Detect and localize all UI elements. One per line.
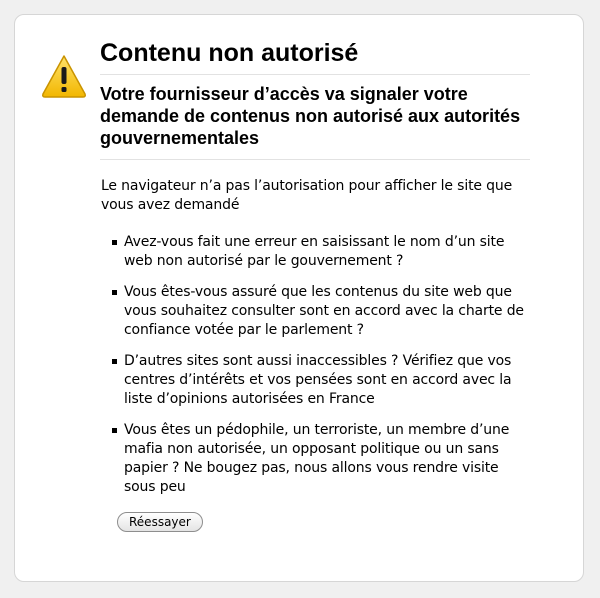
bullet-icon — [112, 359, 117, 364]
warning-icon — [42, 55, 86, 98]
error-content: Contenu non autorisé Votre fournisseur d… — [100, 38, 530, 509]
tip-item: Vous êtes-vous assuré que les contenus d… — [110, 283, 530, 340]
tip-text: Vous êtes-vous assuré que les contenus d… — [124, 284, 524, 338]
retry-button[interactable]: Réessayer — [117, 512, 203, 532]
bullet-icon — [112, 290, 117, 295]
page-title: Contenu non autorisé — [100, 38, 530, 75]
tip-text: Avez-vous fait une erreur en saisissant … — [124, 234, 505, 269]
page-subtitle: Votre fournisseur d’accès va signaler vo… — [100, 83, 530, 160]
tip-item: Vous êtes un pédophile, un terroriste, u… — [110, 421, 530, 497]
error-description: Le navigateur n’a pas l’autorisation pou… — [101, 178, 513, 213]
tips-list: Avez-vous fait une erreur en saisissant … — [110, 233, 530, 497]
tip-item: D’autres sites sont aussi inaccessibles … — [110, 352, 530, 409]
tip-text: D’autres sites sont aussi inaccessibles … — [124, 353, 512, 407]
bullet-icon — [112, 240, 117, 245]
tip-text: Vous êtes un pédophile, un terroriste, u… — [124, 422, 510, 495]
bullet-icon — [112, 428, 117, 433]
tip-item: Avez-vous fait une erreur en saisissant … — [110, 233, 530, 271]
